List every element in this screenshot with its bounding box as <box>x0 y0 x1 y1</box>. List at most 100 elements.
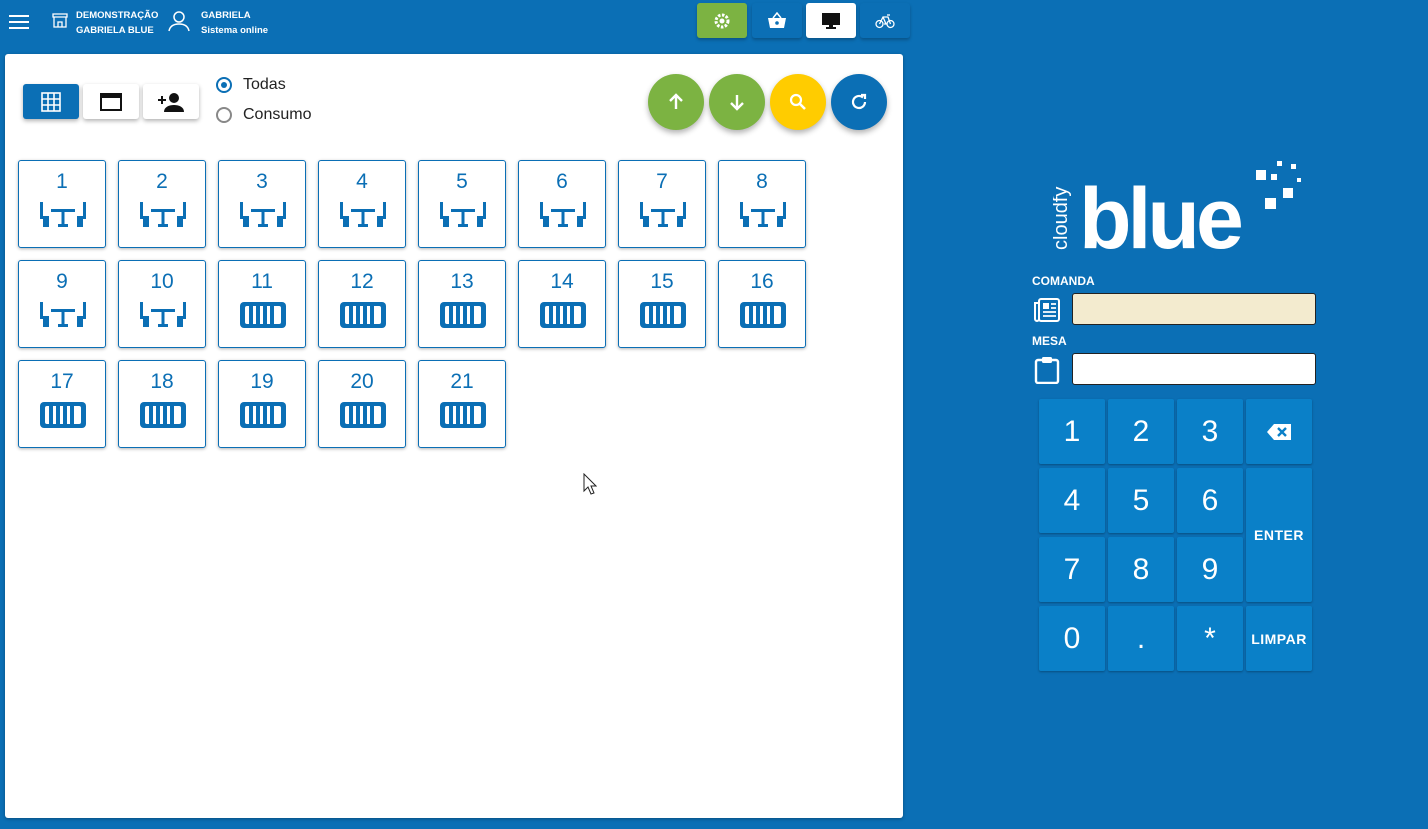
table-number: 6 <box>556 170 568 193</box>
mesa-input[interactable] <box>1072 353 1316 385</box>
comanda-card-icon <box>339 401 387 429</box>
table-card-11[interactable]: 11 <box>218 260 306 348</box>
key-6[interactable]: 6 <box>1177 468 1243 533</box>
settings-button[interactable] <box>697 3 747 38</box>
table-card-20[interactable]: 20 <box>318 360 406 448</box>
settings-icon <box>714 13 730 28</box>
table-card-21[interactable]: 21 <box>418 360 506 448</box>
dining-table-icon <box>739 201 787 229</box>
table-card-15[interactable]: 15 <box>618 260 706 348</box>
clear-key[interactable]: LIMPAR <box>1246 606 1312 671</box>
dining-table-icon <box>39 201 87 229</box>
table-card-7[interactable]: 7 <box>618 160 706 248</box>
table-card-14[interactable]: 14 <box>518 260 606 348</box>
key-8[interactable]: 8 <box>1108 537 1174 602</box>
user-icon <box>168 11 190 32</box>
table-number: 20 <box>350 370 374 393</box>
key-1[interactable]: 1 <box>1039 399 1105 464</box>
monitor-button[interactable] <box>806 3 856 38</box>
table-card-5[interactable]: 5 <box>418 160 506 248</box>
user-name: GABRIELA <box>201 10 251 21</box>
table-number: 10 <box>150 270 174 293</box>
logo-small-text: cloudfy <box>1053 187 1072 250</box>
table-card-13[interactable]: 13 <box>418 260 506 348</box>
arrow-down-icon <box>730 95 744 111</box>
radio-consumption[interactable]: Consumo <box>216 106 311 124</box>
table-number: 18 <box>150 370 174 393</box>
tables-panel: Todas Consumo 1 2 3 4 5 6 7 8 9 10 11 12 13 14 15 16 17 1… <box>5 54 903 818</box>
monitor-icon <box>822 12 840 29</box>
radio-all[interactable]: Todas <box>216 76 286 94</box>
backspace-key[interactable] <box>1246 399 1312 464</box>
bicycle-icon <box>875 13 895 28</box>
search-button[interactable] <box>770 74 826 130</box>
comanda-label: COMANDA <box>1032 274 1095 288</box>
grid-icon <box>41 91 61 112</box>
table-card-17[interactable]: 17 <box>18 360 106 448</box>
dining-table-icon <box>439 201 487 229</box>
comanda-card-icon <box>139 401 187 429</box>
table-number: 21 <box>450 370 474 393</box>
table-number: 9 <box>56 270 68 293</box>
key-2[interactable]: 2 <box>1108 399 1174 464</box>
table-card-3[interactable]: 3 <box>218 160 306 248</box>
table-number: 13 <box>450 270 474 293</box>
table-card-6[interactable]: 6 <box>518 160 606 248</box>
arrow-up-icon <box>669 93 683 109</box>
comanda-card-icon <box>339 301 387 329</box>
newspaper-icon <box>1034 298 1060 322</box>
refresh-button[interactable] <box>831 74 887 130</box>
scroll-up-button[interactable] <box>648 74 704 130</box>
comanda-card-icon <box>39 401 87 429</box>
window-view-button[interactable] <box>83 84 139 119</box>
table-number: 11 <box>251 270 273 293</box>
table-number: 19 <box>250 370 274 393</box>
table-number: 8 <box>756 170 768 193</box>
enter-key[interactable]: ENTER <box>1246 468 1312 602</box>
store-owner: GABRIELA BLUE <box>76 25 154 36</box>
key-4[interactable]: 4 <box>1039 468 1105 533</box>
table-card-18[interactable]: 18 <box>118 360 206 448</box>
key-0[interactable]: 0 <box>1039 606 1105 671</box>
table-card-16[interactable]: 16 <box>718 260 806 348</box>
store-icon <box>52 13 68 28</box>
delivery-button[interactable] <box>860 3 910 38</box>
table-card-19[interactable]: 19 <box>218 360 306 448</box>
add-person-button[interactable] <box>143 84 199 119</box>
table-card-9[interactable]: 9 <box>18 260 106 348</box>
grid-view-button[interactable] <box>23 84 79 119</box>
window-icon <box>100 92 122 111</box>
table-number: 15 <box>650 270 674 293</box>
table-number: 5 <box>456 170 468 193</box>
key-dot[interactable]: . <box>1108 606 1174 671</box>
table-card-12[interactable]: 12 <box>318 260 406 348</box>
scroll-down-button[interactable] <box>709 74 765 130</box>
search-icon <box>789 93 806 110</box>
comanda-card-icon <box>439 401 487 429</box>
table-card-2[interactable]: 2 <box>118 160 206 248</box>
table-card-4[interactable]: 4 <box>318 160 406 248</box>
basket-button[interactable] <box>752 3 802 38</box>
table-card-1[interactable]: 1 <box>18 160 106 248</box>
key-7[interactable]: 7 <box>1039 537 1105 602</box>
dining-table-icon <box>139 201 187 229</box>
comanda-card-icon <box>239 401 287 429</box>
radio-all-dot[interactable] <box>216 77 232 93</box>
key-asterisk[interactable]: * <box>1177 606 1243 671</box>
comanda-card-icon <box>239 301 287 329</box>
mouse-cursor-icon <box>583 473 597 495</box>
comanda-card-icon <box>739 301 787 329</box>
table-number: 1 <box>56 170 68 193</box>
key-9[interactable]: 9 <box>1177 537 1243 602</box>
dining-table-icon <box>639 201 687 229</box>
key-3[interactable]: 3 <box>1177 399 1243 464</box>
comanda-input[interactable] <box>1072 293 1316 325</box>
table-card-8[interactable]: 8 <box>718 160 806 248</box>
menu-icon[interactable] <box>9 12 29 32</box>
table-card-10[interactable]: 10 <box>118 260 206 348</box>
mesa-label: MESA <box>1032 334 1067 348</box>
basket-icon <box>768 11 786 28</box>
add-person-icon <box>158 92 184 112</box>
radio-consumption-dot[interactable] <box>216 107 232 123</box>
key-5[interactable]: 5 <box>1108 468 1174 533</box>
